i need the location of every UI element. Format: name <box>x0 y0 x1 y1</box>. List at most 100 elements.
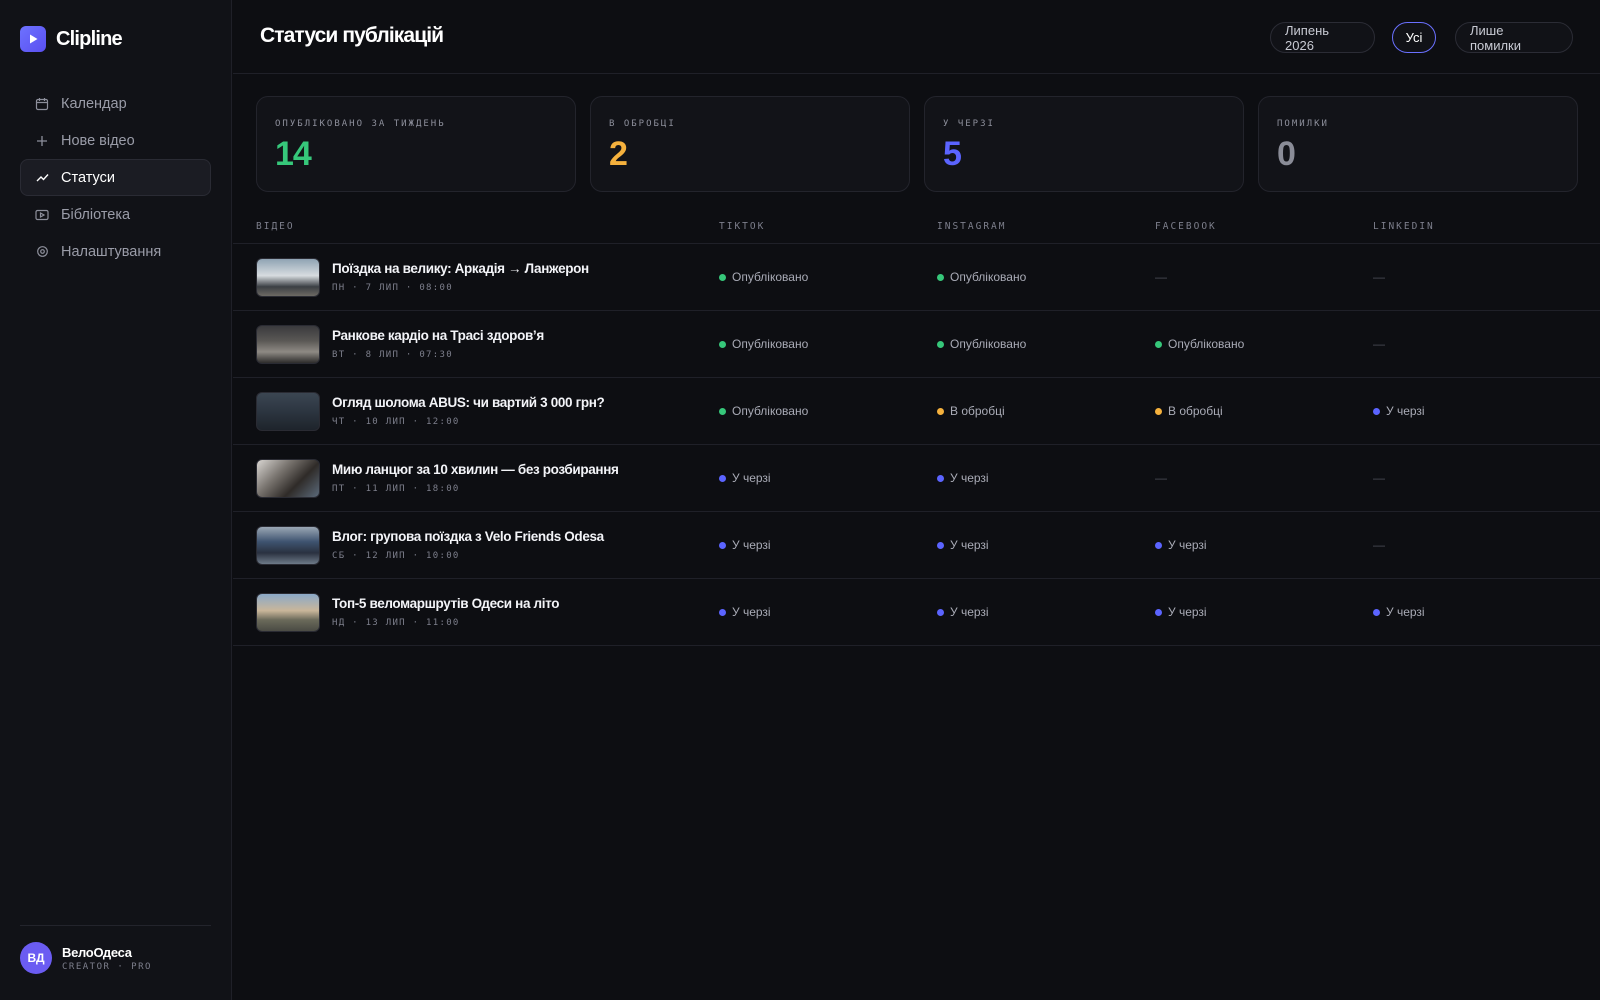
status-cell[interactable]: У черзі <box>1373 404 1425 418</box>
empty-dash: — <box>1373 538 1385 552</box>
topbar: Статуси публікацій Липень 2026 Усі Лише … <box>233 0 1600 74</box>
sidebar-item-label: Статуси <box>61 169 115 186</box>
table-row[interactable]: Ранкове кардіо на Трасі здоров’я ВТ · 8 … <box>233 311 1600 378</box>
status-cell[interactable]: У черзі <box>719 538 771 552</box>
video-schedule: ПН · 7 ЛИП · 08:00 <box>332 283 453 293</box>
status-label: Опубліковано <box>732 404 809 418</box>
video-thumbnail[interactable] <box>256 459 320 498</box>
status-cell[interactable]: У черзі <box>937 538 989 552</box>
status-cell[interactable]: У черзі <box>1155 538 1207 552</box>
profile-role: CREATOR · PRO <box>62 961 152 972</box>
status-dot-icon <box>937 407 944 415</box>
sidebar-item-label: Налаштування <box>61 243 162 260</box>
status-cell[interactable]: Опубліковано <box>719 270 808 284</box>
stat-value: 14 <box>275 135 312 173</box>
stat-card-processing: В ОБРОБЦІ 2 <box>590 96 910 192</box>
sidebar-item-label: Календар <box>61 95 127 112</box>
filter-errors-only-button[interactable]: Лише помилки <box>1455 22 1573 53</box>
status-label: У черзі <box>732 538 771 552</box>
sidebar-item-label: Нове відео <box>61 132 135 149</box>
video-schedule: СБ · 12 ЛИП · 10:00 <box>332 551 460 561</box>
status-dot-icon <box>1155 541 1162 549</box>
status-cell[interactable]: У черзі <box>1155 605 1207 619</box>
video-title[interactable]: Поїздка на велику: Аркадія → Ланжерон <box>332 261 589 276</box>
sidebar-item-settings[interactable]: Налаштування <box>20 233 211 270</box>
video-thumbnail[interactable] <box>256 593 320 632</box>
status-cell[interactable]: У черзі <box>937 471 989 485</box>
table-row[interactable]: Топ-5 веломаршрутів Одеси на літо НД · 1… <box>233 579 1600 646</box>
stat-label: ПОМИЛКИ <box>1277 119 1329 129</box>
sidebar-item-library[interactable]: Бібліотека <box>20 196 211 233</box>
video-title[interactable]: Влог: групова поїздка з Velo Friends Ode… <box>332 529 604 544</box>
status-cell[interactable]: Опубліковано <box>937 270 1026 284</box>
status-dot-icon <box>1373 407 1380 415</box>
sidebar-nav: Календар Нове відео Статуси Бібліотека Н… <box>20 85 211 270</box>
status-label: У черзі <box>1386 605 1425 619</box>
table-row[interactable]: Влог: групова поїздка з Velo Friends Ode… <box>233 512 1600 579</box>
status-dot-icon <box>1155 407 1162 415</box>
stat-label: У ЧЕРЗІ <box>943 119 995 129</box>
video-title[interactable]: Топ-5 веломаршрутів Одеси на літо <box>332 596 559 611</box>
status-label: Опубліковано <box>732 337 809 351</box>
video-thumbnail[interactable] <box>256 325 320 364</box>
status-dot-icon <box>1155 340 1162 348</box>
status-dot-icon <box>937 541 944 549</box>
stat-value: 2 <box>609 135 628 173</box>
app-name: Clipline <box>56 27 123 50</box>
user-profile[interactable]: ВД ВелоОдеса CREATOR · PRO <box>20 942 152 974</box>
status-cell[interactable]: У черзі <box>937 605 989 619</box>
status-dot-icon <box>1155 608 1162 616</box>
status-cell-empty: — <box>1373 538 1385 552</box>
status-cell[interactable]: В обробці <box>1155 404 1223 418</box>
status-label: У черзі <box>950 605 989 619</box>
status-cell[interactable]: У черзі <box>719 605 771 619</box>
app-logo[interactable]: Clipline <box>20 26 123 52</box>
video-thumbnail[interactable] <box>256 526 320 565</box>
status-cell[interactable]: У черзі <box>719 471 771 485</box>
filter-all-button[interactable]: Усі <box>1392 22 1436 53</box>
status-label: У черзі <box>1168 538 1207 552</box>
status-dot-icon <box>937 340 944 348</box>
video-title[interactable]: Мию ланцюг за 10 хвилин — без розбирання <box>332 462 619 477</box>
column-header-facebook: FACEBOOK <box>1155 221 1217 232</box>
status-cell[interactable]: Опубліковано <box>719 404 808 418</box>
status-cell[interactable]: У черзі <box>1373 605 1425 619</box>
status-dot-icon <box>719 340 726 348</box>
sidebar-item-new-video[interactable]: Нове відео <box>20 122 211 159</box>
column-header-linkedin: LINKEDIN <box>1373 221 1435 232</box>
status-dot-icon <box>719 608 726 616</box>
status-dot-icon <box>937 474 944 482</box>
video-thumbnail[interactable] <box>256 392 320 431</box>
video-title[interactable]: Огляд шолома ABUS: чи вартий 3 000 грн? <box>332 395 605 410</box>
status-cell[interactable]: Опубліковано <box>1155 337 1244 351</box>
status-cell[interactable]: В обробці <box>937 404 1005 418</box>
status-cell[interactable]: Опубліковано <box>719 337 808 351</box>
status-dot-icon <box>937 273 944 281</box>
video-icon <box>34 207 50 223</box>
trend-icon <box>34 170 50 186</box>
table-row[interactable]: Поїздка на велику: Аркадія → Ланжерон ПН… <box>233 244 1600 311</box>
status-cell-empty: — <box>1155 270 1167 284</box>
status-dot-icon <box>719 273 726 281</box>
table-row[interactable]: Огляд шолома ABUS: чи вартий 3 000 грн? … <box>233 378 1600 445</box>
month-filter-button[interactable]: Липень 2026 <box>1270 22 1375 53</box>
sidebar-item-statuses[interactable]: Статуси <box>20 159 211 196</box>
video-thumbnail[interactable] <box>256 258 320 297</box>
sidebar-divider <box>20 925 211 926</box>
status-label: У черзі <box>950 471 989 485</box>
page-title: Статуси публікацій <box>260 24 444 47</box>
video-schedule: ВТ · 8 ЛИП · 07:30 <box>332 350 453 360</box>
status-label: Опубліковано <box>950 337 1027 351</box>
sidebar-item-calendar[interactable]: Календар <box>20 85 211 122</box>
status-label: Опубліковано <box>950 270 1027 284</box>
stat-card-errors: ПОМИЛКИ 0 <box>1258 96 1578 192</box>
play-icon <box>20 26 46 52</box>
video-schedule: НД · 13 ЛИП · 11:00 <box>332 618 460 628</box>
video-title[interactable]: Ранкове кардіо на Трасі здоров’я <box>332 328 544 343</box>
status-cell[interactable]: Опубліковано <box>937 337 1026 351</box>
avatar: ВД <box>20 942 52 974</box>
stat-value: 5 <box>943 135 962 173</box>
table-row[interactable]: Мию ланцюг за 10 хвилин — без розбирання… <box>233 445 1600 512</box>
stat-label: В ОБРОБЦІ <box>609 119 676 129</box>
column-header-instagram: INSTAGRAM <box>937 221 1007 232</box>
